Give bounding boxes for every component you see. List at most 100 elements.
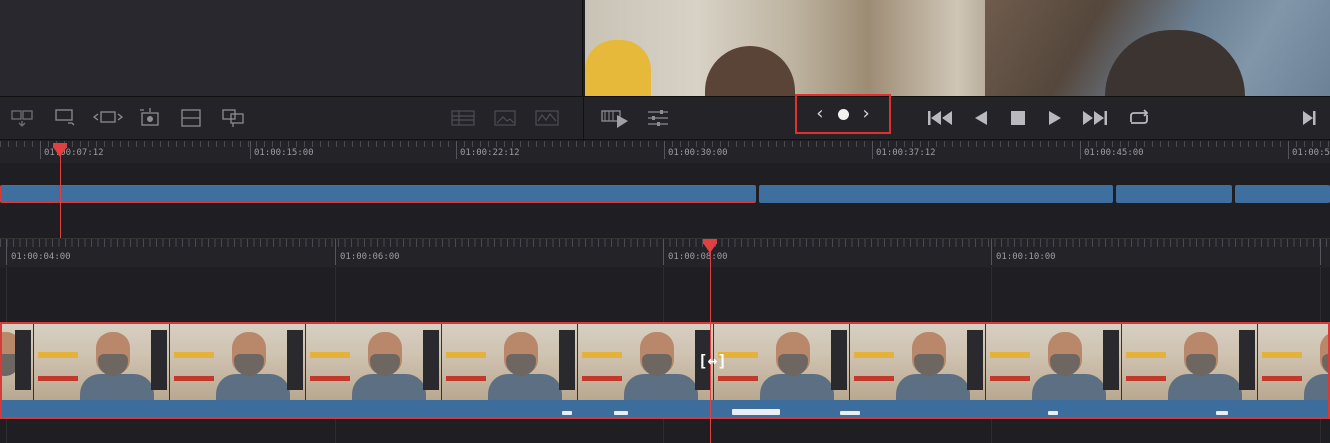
go-to-end-icon	[1083, 111, 1107, 125]
lower-timeline-ruler[interactable]: 01:00:04:00 01:00:06:00 01:00:08:00 01:0…	[0, 239, 1330, 267]
insert-clip-icon	[11, 110, 33, 127]
lower-timeline-track[interactable]	[0, 267, 1330, 443]
next-clip-button[interactable]: ›	[863, 105, 870, 123]
next-frame-icon	[1303, 111, 1316, 125]
trim-cursor-icon: [↔]	[698, 351, 727, 370]
clip-thumbnail	[1258, 324, 1328, 400]
fit-to-fill-icon	[140, 108, 159, 126]
clip-thumbnail	[578, 324, 714, 400]
lower-timecode: 01:00:08:00	[668, 252, 728, 262]
ruler-major-tick	[872, 141, 873, 159]
play-icon	[1049, 111, 1061, 125]
yellow-cap-image	[585, 40, 651, 96]
image-button[interactable]	[493, 107, 517, 129]
image-icon	[494, 110, 516, 126]
upper-timecode: 01:00:22:12	[460, 148, 520, 158]
upper-timeline-ruler[interactable]: 01:00:07:12 01:00:15:00 01:00:22:12 01:0…	[0, 141, 1330, 163]
go-to-end-button[interactable]	[1080, 107, 1110, 129]
clip-thumbnails	[2, 324, 1328, 400]
go-to-start-button[interactable]	[925, 107, 955, 129]
ruler-major-tick	[456, 141, 457, 159]
ruler-major-tick	[1080, 141, 1081, 159]
clip-thumbnail	[850, 324, 986, 400]
lower-playhead-line[interactable]	[710, 246, 711, 443]
upper-playhead-handle[interactable]	[53, 143, 67, 157]
bypass-playback-button[interactable]	[600, 107, 630, 129]
selected-overview-clip[interactable]	[0, 185, 756, 203]
loop-icon	[1130, 109, 1149, 124]
append-at-end-button[interactable]	[219, 107, 247, 129]
ruler-ticks	[0, 239, 1330, 247]
ruler-major-tick	[663, 239, 664, 265]
place-on-top-button[interactable]	[179, 107, 203, 129]
waveform-peak	[562, 411, 572, 415]
stop-icon	[1011, 111, 1025, 125]
overview-clip[interactable]	[1116, 185, 1232, 203]
clip-thumbnail	[442, 324, 578, 400]
waveform-peak	[840, 411, 860, 415]
waveform-peak	[1216, 411, 1228, 415]
next-frame-button[interactable]	[1298, 107, 1320, 129]
bypass-playback-icon	[601, 110, 628, 128]
clip-audio-waveform	[2, 400, 1328, 417]
fit-to-fill-button[interactable]	[137, 107, 163, 129]
upper-timecode: 01:00:30:00	[668, 148, 728, 158]
timeline-view-icon	[451, 110, 475, 126]
previous-clip-button[interactable]: ‹	[816, 105, 823, 123]
viewer-frame[interactable]	[585, 0, 1330, 96]
place-on-top-icon	[181, 109, 201, 127]
overview-clip[interactable]	[759, 185, 1113, 203]
lower-playhead-handle[interactable]	[703, 239, 717, 253]
stop-button[interactable]	[1007, 107, 1029, 129]
ruler-ticks	[0, 141, 1330, 147]
clip-thumbnail	[714, 324, 850, 400]
loop-button[interactable]	[1125, 107, 1153, 129]
ruler-major-tick	[1288, 141, 1289, 159]
toolbar-divider	[583, 97, 584, 141]
clip-thumbnail	[1122, 324, 1258, 400]
upper-playhead-line[interactable]	[60, 148, 61, 238]
clip-thumbnail	[2, 324, 34, 400]
upper-timeline-track[interactable]	[0, 163, 1330, 239]
clip-navigation-group: ‹ ›	[795, 94, 891, 134]
playback-settings-button[interactable]	[645, 107, 671, 129]
play-reverse-button[interactable]	[970, 107, 992, 129]
waveform-button[interactable]	[534, 107, 560, 129]
media-pool-panel[interactable]	[0, 0, 583, 96]
waveform-peak	[1048, 411, 1058, 415]
lower-timecode: 01:00:04:00	[11, 252, 71, 262]
edit-toolbar	[0, 96, 1330, 141]
play-reverse-icon	[975, 111, 987, 125]
insert-clip-button[interactable]	[10, 107, 38, 129]
playback-settings-icon	[648, 110, 668, 126]
replace-clip-button[interactable]	[92, 107, 124, 129]
ruler-major-tick	[1320, 239, 1321, 265]
go-to-start-icon	[928, 111, 952, 125]
waveform-peak	[732, 409, 780, 415]
overview-clip[interactable]	[1235, 185, 1330, 203]
clip-thumbnail	[306, 324, 442, 400]
ruler-major-tick	[250, 141, 251, 159]
clip-thumbnail	[170, 324, 306, 400]
timeline-view-button[interactable]	[450, 107, 476, 129]
waveform-peak	[614, 411, 628, 415]
waveform-icon	[535, 110, 559, 126]
ruler-major-tick	[991, 239, 992, 265]
upper-timecode: 01:00:45:00	[1084, 148, 1144, 158]
ruler-major-tick	[6, 239, 7, 265]
replace-clip-icon	[93, 111, 123, 123]
clip-thumbnail	[34, 324, 170, 400]
current-clip-indicator[interactable]	[837, 108, 849, 120]
clip-thumbnail	[986, 324, 1122, 400]
upper-timecode: 01:00:15:00	[254, 148, 314, 158]
overwrite-clip-button[interactable]	[52, 107, 80, 129]
lower-timecode: 01:00:06:00	[340, 252, 400, 262]
overwrite-clip-icon	[55, 109, 75, 126]
brown-cap-image	[705, 46, 795, 96]
selected-video-clip[interactable]	[0, 322, 1330, 419]
ruler-major-tick	[664, 141, 665, 159]
append-at-end-icon	[222, 109, 244, 127]
ruler-major-tick	[40, 141, 41, 159]
upper-timecode: 01:00:5	[1292, 148, 1330, 158]
play-button[interactable]	[1043, 107, 1065, 129]
